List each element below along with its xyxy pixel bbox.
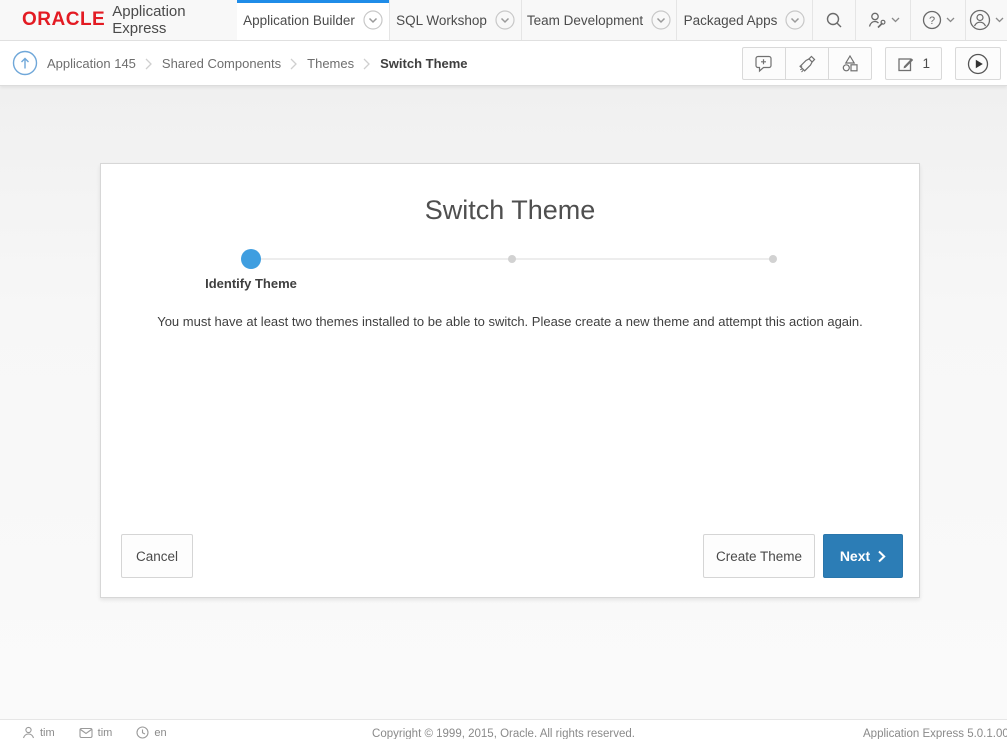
footer-language-code: en: [154, 727, 166, 739]
page-title: Switch Theme: [101, 195, 919, 226]
logo[interactable]: ORACLE Application Express: [0, 0, 237, 40]
flashlight-icon: [797, 54, 817, 74]
breadcrumb-application[interactable]: Application 145: [47, 56, 136, 71]
breadcrumb-themes[interactable]: Themes: [307, 56, 354, 71]
edit-page-icon: [897, 55, 915, 73]
chevron-down-icon: [946, 17, 955, 23]
tab-label: SQL Workshop: [396, 13, 487, 28]
tab-label: Packaged Apps: [684, 13, 778, 28]
toolbar-button-group: [742, 47, 872, 80]
footer-bar: tim tim en Copyright © 1999, 2015, Oracl…: [0, 719, 1007, 739]
breadcrumb-separator-icon: [290, 58, 298, 70]
footer-user-name: tim: [40, 727, 55, 739]
tab-label: Application Builder: [243, 13, 355, 28]
tab-packaged-apps[interactable]: Packaged Apps: [677, 0, 813, 40]
shapes-icon: [840, 54, 860, 73]
spotlight-search-button[interactable]: [785, 47, 829, 80]
administration-menu-button[interactable]: [856, 0, 911, 40]
breadcrumb-separator-icon: [145, 58, 153, 70]
product-name: Application Express: [112, 3, 237, 37]
next-button-label: Next: [840, 548, 870, 564]
wizard-step-2-dot: [508, 255, 516, 263]
feedback-button[interactable]: [742, 47, 786, 80]
edit-page-button[interactable]: 1: [885, 47, 942, 80]
help-icon: ?: [922, 10, 942, 30]
top-navigation-bar: ORACLE Application Express Application B…: [0, 0, 1007, 41]
user-icon: [22, 726, 35, 739]
shared-components-button[interactable]: [828, 47, 872, 80]
breadcrumb-shared-components[interactable]: Shared Components: [162, 56, 281, 71]
wizard-message: You must have at least two themes instal…: [101, 314, 919, 329]
clock-icon: [136, 726, 149, 739]
chevron-down-circle-icon[interactable]: [651, 10, 671, 30]
next-button[interactable]: Next: [823, 534, 903, 578]
switch-theme-wizard-card: Switch Theme Identify Theme You must hav…: [100, 163, 920, 598]
run-page-button[interactable]: [955, 47, 1001, 80]
apex-window: ORACLE Application Express Application B…: [0, 0, 1007, 739]
breadcrumb-separator-icon: [363, 58, 371, 70]
footer-language: en: [136, 726, 166, 739]
page-content: Switch Theme Identify Theme You must hav…: [0, 86, 1007, 719]
chevron-down-icon: [891, 17, 900, 23]
user-avatar-icon: [969, 9, 991, 31]
tab-application-builder[interactable]: Application Builder: [237, 0, 390, 40]
chevron-down-circle-icon[interactable]: [363, 10, 383, 30]
footer-version: Application Express 5.0.1.00.06: [863, 728, 1007, 739]
create-theme-button[interactable]: Create Theme: [703, 534, 815, 578]
chevron-right-icon: [878, 550, 886, 563]
comment-plus-icon: [754, 54, 774, 73]
footer-copyright: Copyright © 1999, 2015, Oracle. All righ…: [372, 728, 635, 739]
tab-sql-workshop[interactable]: SQL Workshop: [390, 0, 522, 40]
footer-workspace-name: tim: [98, 727, 113, 739]
user-account-menu-button[interactable]: [966, 0, 1007, 40]
edit-page-number: 1: [922, 56, 930, 71]
wizard-step-label: Identify Theme: [205, 276, 297, 291]
admin-wrench-icon: [867, 11, 887, 29]
wizard-step-3-dot: [769, 255, 777, 263]
page-toolbar: 1: [742, 47, 1001, 80]
oracle-logo: ORACLE: [22, 9, 105, 31]
chevron-down-icon: [995, 17, 1004, 23]
footer-user: tim: [22, 726, 55, 739]
wizard-step-1-dot: [241, 249, 261, 269]
breadcrumb-bar: Application 145 Shared Components Themes…: [0, 41, 1007, 86]
cancel-button[interactable]: Cancel: [121, 534, 193, 578]
chevron-down-circle-icon[interactable]: [785, 10, 805, 30]
envelope-icon: [79, 727, 93, 739]
footer-workspace: tim: [79, 726, 113, 739]
footer-session-info: tim tim en: [22, 726, 167, 739]
search-icon: [825, 11, 843, 29]
chevron-down-circle-icon[interactable]: [495, 10, 515, 30]
svg-text:?: ?: [928, 15, 934, 27]
help-menu-button[interactable]: ?: [911, 0, 966, 40]
breadcrumb: Application 145 Shared Components Themes…: [0, 50, 468, 76]
tab-label: Team Development: [527, 13, 643, 28]
tab-team-development[interactable]: Team Development: [522, 0, 677, 40]
run-play-icon: [967, 53, 989, 75]
up-level-icon[interactable]: [12, 50, 38, 76]
breadcrumb-switch-theme: Switch Theme: [380, 56, 467, 71]
search-button[interactable]: [813, 0, 856, 40]
